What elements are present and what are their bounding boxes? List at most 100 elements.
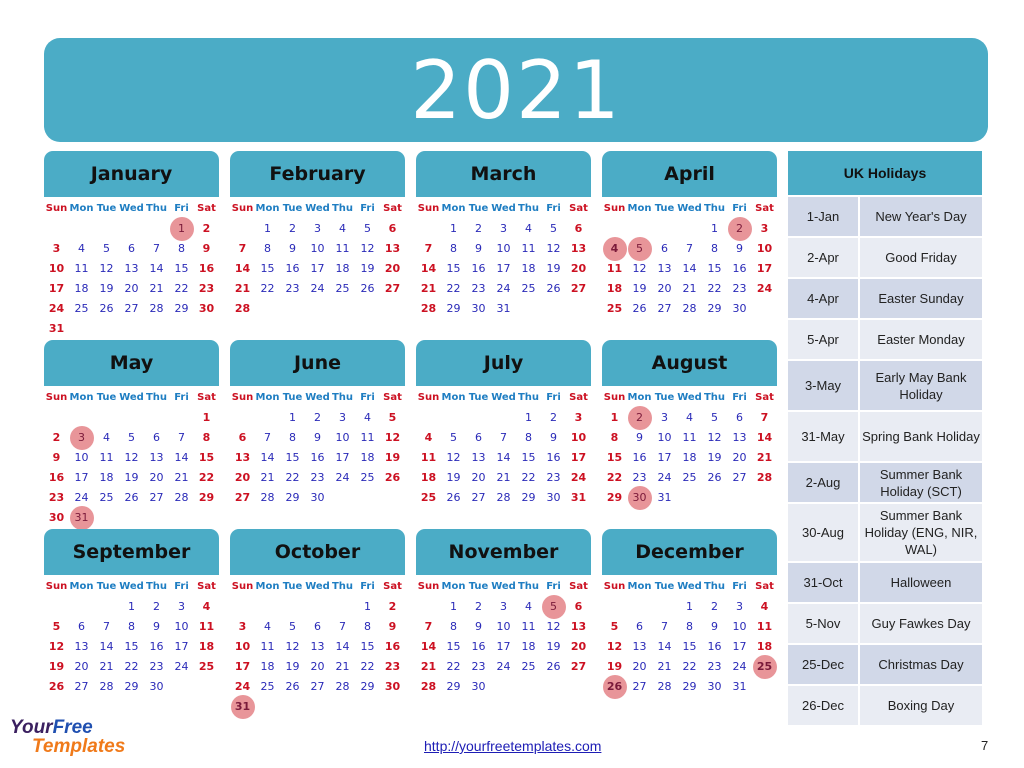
day-cell: 27: [234, 491, 251, 504]
day-cell: 30: [384, 680, 401, 693]
day-cell: 19: [48, 660, 65, 673]
holiday-date: 2-Aug: [788, 463, 860, 502]
holiday-day-cell: 4: [602, 237, 627, 261]
day-cell: 27: [732, 471, 747, 484]
day-cell: 19: [384, 451, 401, 464]
day-cell: 24: [234, 680, 251, 693]
weekday-label: Tue: [468, 392, 489, 403]
day-cell: 13: [632, 640, 647, 653]
weekday-label: Wed: [491, 203, 516, 214]
day-cell: 28: [174, 491, 189, 504]
weekday-label: Sat: [569, 392, 588, 403]
day-cell: 17: [657, 451, 672, 464]
weekday-label: Wed: [677, 203, 702, 214]
day-cell: 15: [446, 640, 461, 653]
day-cell: 25: [74, 302, 89, 315]
day-cell: 25: [606, 302, 623, 315]
day-cell: 3: [500, 600, 507, 613]
brand-logo: YourFree Templates: [10, 717, 126, 757]
day-cell: 27: [124, 302, 139, 315]
day-cell: 10: [756, 242, 773, 255]
day-cell: 8: [450, 620, 457, 633]
day-cell: 4: [202, 600, 211, 613]
day-cell: 6: [78, 620, 85, 633]
day-cell: 23: [384, 660, 401, 673]
day-cell: 15: [707, 262, 722, 275]
day-cell: 11: [756, 620, 773, 633]
day-cell: 8: [525, 431, 532, 444]
day-cell: 14: [420, 640, 437, 653]
weekday-label: Thu: [703, 392, 726, 403]
day-cell: 18: [99, 471, 114, 484]
day-cell: 13: [471, 451, 486, 464]
day-cell: 22: [285, 471, 300, 484]
holiday-name: Guy Fawkes Day: [871, 616, 971, 631]
month-days-grid: Sun Mon Tue Wed Thu Fri Sat 1 2 3 4 5 6 7 8 9 10 11 12 13 14…: [602, 577, 777, 699]
month-april: April Sun Mon Tue Wed Thu Fri Sat 1 2 3 4 5 6 7 8 9 10 11 1…: [602, 151, 777, 319]
day-cell: 13: [149, 451, 164, 464]
empty-cell: [255, 597, 280, 617]
weekday-label: Thu: [331, 392, 354, 403]
weekday-label: Tue: [654, 581, 675, 592]
day-cell: 27: [74, 680, 89, 693]
day-cell: 15: [174, 262, 189, 275]
holiday-row: 31-Oct Halloween: [788, 561, 982, 602]
day-cell: 15: [124, 640, 139, 653]
weekday-label: Thu: [517, 581, 540, 592]
day-cell: 10: [310, 242, 325, 255]
day-cell: 31: [657, 491, 672, 504]
day-cell: 31: [570, 491, 587, 504]
day-cell: 26: [546, 282, 561, 295]
day-cell: 22: [260, 282, 275, 295]
month-may: May Sun Mon Tue Wed Thu Fri Sat 1 2 3 4 5 6 7 8 9 10 11 12 1…: [44, 340, 219, 530]
day-cell: 20: [149, 471, 164, 484]
weekday-label: Mon: [69, 203, 94, 214]
day-cell: 22: [198, 471, 215, 484]
day-cell: 14: [496, 451, 511, 464]
weekday-label: Wed: [491, 392, 516, 403]
weekday-label: Tue: [96, 392, 117, 403]
day-cell: 23: [310, 471, 325, 484]
day-cell: 1: [525, 411, 532, 424]
day-cell: 17: [74, 471, 89, 484]
weekday-label: Fri: [360, 392, 375, 403]
day-cell: 4: [525, 600, 532, 613]
day-cell: 27: [570, 660, 587, 673]
weekday-label: Wed: [305, 392, 330, 403]
empty-cell: [230, 408, 255, 428]
holiday-day-cell: 2: [627, 406, 652, 430]
day-cell: 6: [661, 242, 668, 255]
holidays-header: UK Holidays: [788, 151, 982, 195]
weekday-label: Thu: [331, 203, 354, 214]
weekday-label: Wed: [491, 581, 516, 592]
day-cell: 14: [756, 431, 773, 444]
day-cell: 16: [384, 640, 401, 653]
weekday-label: Sun: [231, 203, 254, 214]
empty-cell: [169, 408, 194, 428]
holiday-row: 5-Nov Guy Fawkes Day: [788, 602, 982, 643]
empty-cell: [441, 408, 466, 428]
empty-cell: [627, 597, 652, 617]
month-days-grid: Sun Mon Tue Wed Thu Fri Sat 1 2 3 4 5 6 7 8 9 10 11 12 13 14…: [44, 199, 219, 339]
month-title: September: [44, 529, 219, 575]
empty-cell: [44, 219, 69, 239]
day-cell: 29: [124, 680, 139, 693]
website-link[interactable]: http://yourfreetemplates.com: [424, 738, 601, 754]
empty-cell: [416, 408, 441, 428]
day-cell: 14: [174, 451, 189, 464]
day-cell: 2: [711, 600, 718, 613]
day-cell: 2: [153, 600, 160, 613]
year-title: 2021: [410, 43, 622, 137]
holiday-row: 1-Jan New Year's Day: [788, 195, 982, 236]
day-cell: 30: [310, 491, 325, 504]
holiday-day-cell: 26: [602, 675, 627, 699]
day-cell: 21: [496, 471, 511, 484]
day-cell: 13: [732, 431, 747, 444]
day-cell: 21: [756, 451, 773, 464]
day-cell: 22: [360, 660, 375, 673]
weekday-label: Thu: [145, 203, 168, 214]
day-cell: 20: [732, 451, 747, 464]
holiday-day-cell: 31: [230, 695, 255, 719]
empty-cell: [144, 408, 169, 428]
empty-cell: [230, 597, 255, 617]
